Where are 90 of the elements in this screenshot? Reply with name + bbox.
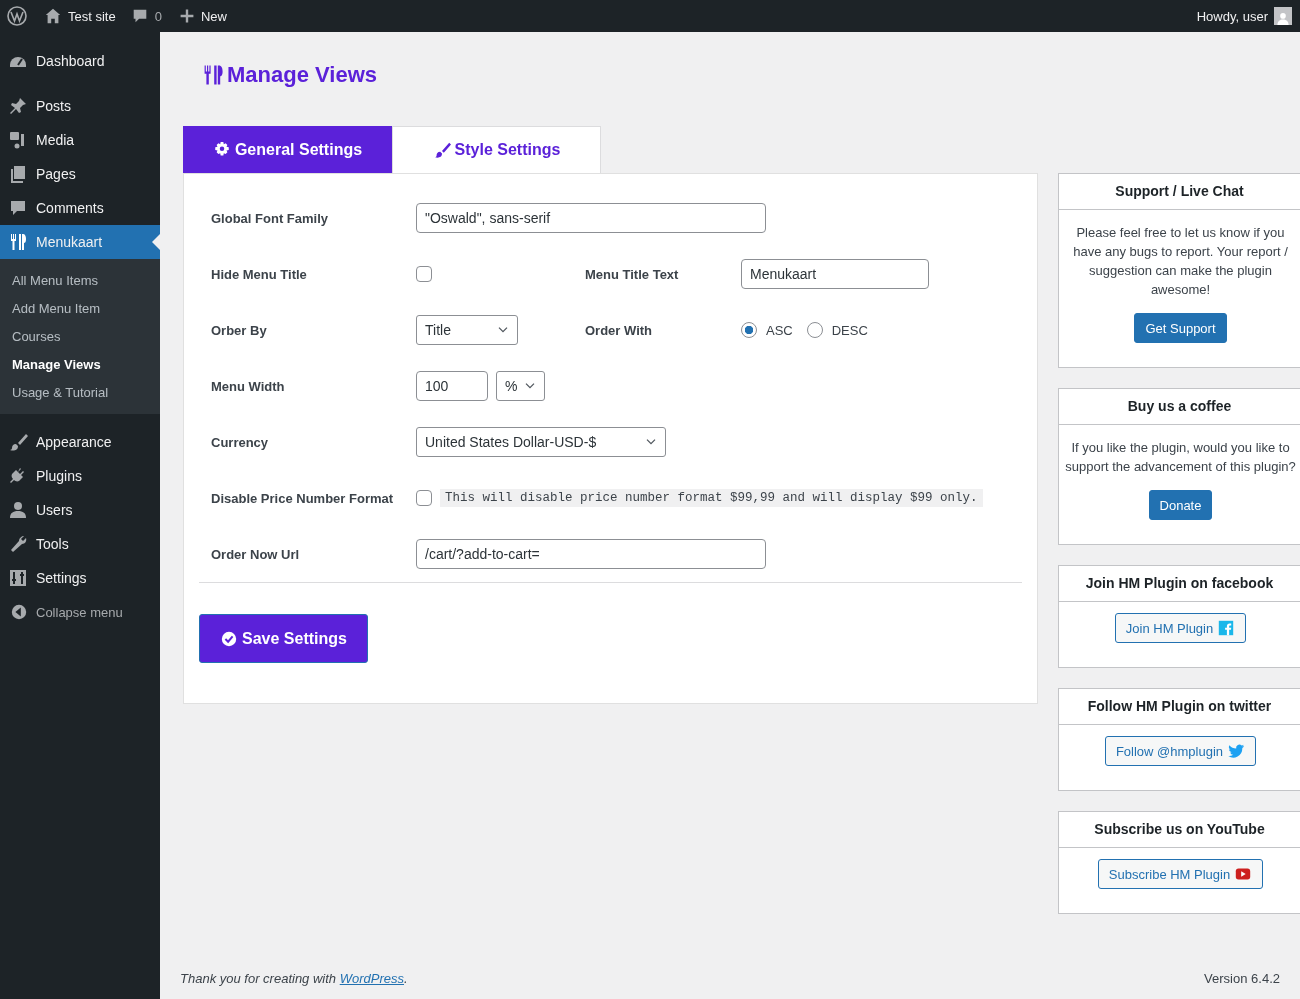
tab[interactable]: General Settings bbox=[183, 126, 392, 173]
field-label: Menu Title Text bbox=[585, 266, 680, 282]
sidebar-item[interactable]: Tools bbox=[0, 527, 160, 561]
widget-button[interactable]: Subscribe HM Plugin bbox=[1097, 859, 1264, 889]
radio-button[interactable] bbox=[806, 322, 823, 338]
submenu-item[interactable]: All Menu Items bbox=[0, 266, 160, 294]
page-title: Manage Views bbox=[227, 62, 377, 88]
check-circle-icon bbox=[220, 629, 238, 648]
sidebar-item-label: Users bbox=[36, 502, 73, 518]
widget-title: Support / Live Chat bbox=[1059, 174, 1300, 210]
sidebar-item-label: Pages bbox=[36, 166, 76, 182]
widget-button[interactable]: Follow @hmplugin bbox=[1104, 736, 1257, 766]
field-label: Currency bbox=[211, 434, 270, 450]
widget-title: Buy us a coffee bbox=[1059, 389, 1300, 425]
fork-knife-icon bbox=[8, 232, 28, 252]
speech-bubble-icon bbox=[8, 198, 28, 218]
sidebar-item[interactable]: Appearance bbox=[0, 425, 160, 459]
submenu-item[interactable]: Add Menu Item bbox=[0, 294, 160, 322]
sidebar-item-label: Posts bbox=[36, 98, 71, 114]
radio-label: DESC bbox=[831, 322, 868, 338]
dropdown[interactable]: Title bbox=[416, 315, 518, 345]
help-note: This will disable price number format $99,99 and will display $99 only. bbox=[440, 489, 983, 507]
sidebar-item[interactable]: Settings bbox=[0, 561, 160, 595]
dropdown[interactable]: % bbox=[496, 371, 545, 401]
dropdown[interactable]: United States Dollar-USD-$ bbox=[416, 427, 666, 457]
widget-title: Subscribe us on YouTube bbox=[1059, 812, 1300, 848]
radio-label: ASC bbox=[766, 322, 793, 338]
facebook-icon bbox=[1217, 619, 1236, 637]
widget-button[interactable]: Donate bbox=[1148, 490, 1213, 520]
sidebar-item[interactable]: Media bbox=[0, 123, 160, 157]
pushpin-icon bbox=[8, 96, 28, 116]
sidebar-item[interactable]: Posts bbox=[0, 89, 160, 123]
wrench-icon bbox=[8, 534, 28, 554]
text-field[interactable]: /cart/?add-to-cart= bbox=[416, 539, 766, 569]
radio-button[interactable] bbox=[741, 322, 757, 338]
home-icon bbox=[44, 7, 62, 25]
text-field[interactable]: Menukaart bbox=[741, 259, 929, 289]
checkbox[interactable] bbox=[416, 490, 432, 506]
version-text: Version 6.4.2 bbox=[1204, 971, 1280, 986]
submenu-item[interactable]: Usage & Tutorial bbox=[0, 378, 160, 406]
field-label: Order Now Url bbox=[211, 546, 301, 562]
widget-button[interactable]: Get Support bbox=[1134, 313, 1227, 343]
widget-title: Join HM Plugin on facebook bbox=[1059, 566, 1300, 602]
user-icon bbox=[8, 500, 28, 520]
wordpress-logo-icon bbox=[7, 6, 27, 26]
submenu-item[interactable]: Manage Views bbox=[0, 350, 160, 378]
field-label: Hide Menu Title bbox=[211, 266, 308, 282]
text-field[interactable]: "Oswald", sans-serif bbox=[416, 203, 766, 233]
checkbox[interactable] bbox=[416, 266, 432, 282]
widget-text: Please feel free to let us know if you have any bugs to report. Your report / suggestion can make the plugin awesome! bbox=[1072, 224, 1289, 299]
sidebar-item[interactable]: Menukaart bbox=[0, 225, 160, 259]
collapse-menu-button[interactable]: Collapse menu bbox=[36, 604, 123, 620]
text-field[interactable]: 100 bbox=[416, 371, 488, 401]
sidebar-item[interactable]: Plugins bbox=[0, 459, 160, 493]
greeting-link[interactable]: Howdy, user bbox=[1196, 8, 1268, 24]
widget-button[interactable]: Join HM Plugin bbox=[1114, 613, 1247, 643]
sidebar-item-label: Tools bbox=[36, 536, 69, 552]
site-name-link[interactable]: Test site bbox=[68, 8, 116, 24]
sidebar-item-label: Appearance bbox=[36, 434, 112, 450]
bird-icon bbox=[1227, 742, 1246, 760]
comment-count[interactable]: 0 bbox=[154, 8, 162, 24]
sidebar-item-label: Menukaart bbox=[36, 234, 103, 250]
paintbrush-icon bbox=[8, 432, 28, 452]
field-label: Order With bbox=[585, 322, 654, 338]
field-label: Disable Price Number Format bbox=[211, 490, 395, 506]
widget-title: Follow HM Plugin on twitter bbox=[1059, 689, 1300, 725]
submenu-item[interactable]: Courses bbox=[0, 322, 160, 350]
sidebar-item-label: Comments bbox=[36, 200, 104, 216]
sidebar-item[interactable]: Comments bbox=[0, 191, 160, 225]
sidebar-item-label: Plugins bbox=[36, 468, 82, 484]
tab[interactable]: Style Settings bbox=[392, 126, 601, 173]
pages-icon bbox=[8, 164, 28, 184]
new-link[interactable]: New bbox=[200, 8, 227, 24]
sidebar-item[interactable]: Dashboard bbox=[0, 44, 160, 78]
field-label: Global Font Family bbox=[211, 210, 329, 226]
sidebar-item-label: Settings bbox=[36, 570, 87, 586]
collapse-icon bbox=[10, 603, 28, 621]
plus-icon bbox=[178, 8, 195, 24]
avatar-icon[interactable] bbox=[1274, 7, 1292, 25]
field-label: Menu Width bbox=[211, 378, 286, 394]
sidebar-item-label: Media bbox=[36, 132, 75, 148]
sliders-icon bbox=[8, 568, 28, 588]
field-label: Orber By bbox=[211, 322, 268, 338]
sidebar-item[interactable]: Pages bbox=[0, 157, 160, 191]
sidebar-item[interactable]: Users bbox=[0, 493, 160, 527]
widget-text: If you like the plugin, would you like to support the advancement of this plugin? bbox=[1064, 439, 1297, 476]
footer-credit: Thank you for creating with WordPress. bbox=[180, 971, 408, 986]
wordpress-link[interactable]: WordPress bbox=[339, 971, 404, 986]
sidebar-item-label: Dashboard bbox=[36, 53, 105, 69]
save-settings-button[interactable]: Save Settings bbox=[199, 614, 368, 663]
